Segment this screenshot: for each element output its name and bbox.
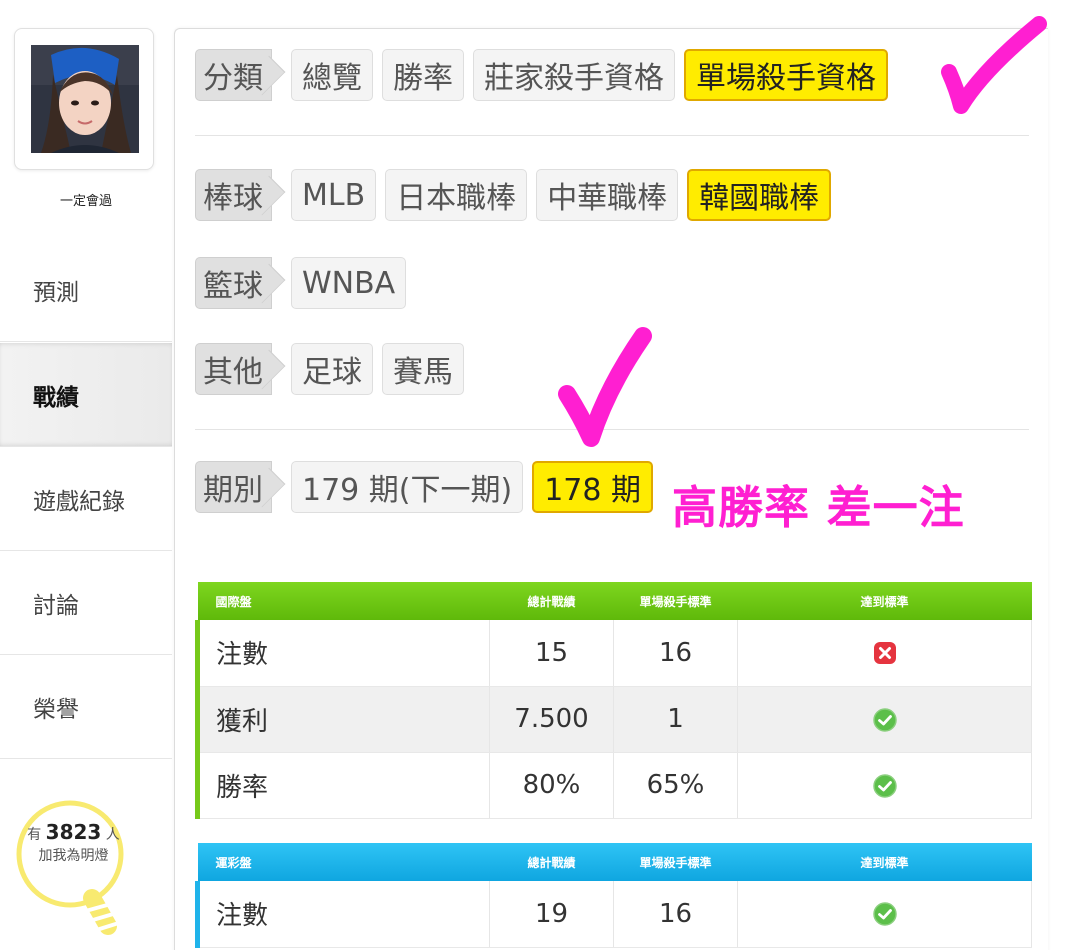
category-row: 分類 總覽 勝率 莊家殺手資格 單場殺手資格 [195, 49, 888, 101]
row-standard: 16 [613, 881, 738, 948]
annotation-text: 高勝率 差一注 [672, 481, 965, 534]
nav-discussion[interactable]: 討論 [0, 551, 172, 655]
other-row: 其他 足球 賽馬 [195, 343, 464, 395]
row-total: 15 [489, 620, 614, 687]
row-status [737, 881, 1032, 948]
header-standard: 單場殺手標準 [613, 582, 738, 620]
check-circle-icon [872, 707, 897, 732]
period-row: 期別 179 期(下一期) 178 期 [195, 461, 654, 513]
table-row: 獲利 7.500 1 [195, 686, 1032, 753]
nav-honor[interactable]: 榮譽 [0, 655, 172, 759]
avatar [31, 45, 139, 153]
other-label: 其他 [195, 343, 272, 395]
category-label: 分類 [195, 49, 272, 101]
row-total: 80% [489, 752, 614, 819]
league-mlb[interactable]: MLB [291, 169, 377, 221]
check-circle-icon [872, 902, 897, 926]
nav-record[interactable]: 戰績 [0, 343, 172, 447]
x-square-icon [873, 642, 896, 665]
period-178[interactable]: 178 期 [532, 461, 654, 513]
table-header: 運彩盤 總計戰績 單場殺手標準 達到標準 [197, 843, 1032, 881]
league-soccer[interactable]: 足球 [291, 343, 373, 395]
period-label: 期別 [195, 461, 272, 513]
league-horse-racing[interactable]: 賽馬 [382, 343, 464, 395]
baseball-label: 棒球 [195, 169, 272, 221]
bulb-text: 有 3823 人 加我為明燈 [16, 822, 131, 867]
avatar-card[interactable] [14, 28, 154, 170]
tab-single-killer[interactable]: 單場殺手資格 [684, 49, 888, 101]
bulb-count: 3823 [45, 820, 102, 844]
league-cpbl[interactable]: 中華職棒 [536, 169, 679, 221]
header-market: 國際盤 [197, 582, 490, 620]
row-name: 獲利 [195, 686, 490, 753]
tab-overview[interactable]: 總覽 [291, 49, 373, 101]
row-name: 注數 [195, 620, 490, 687]
stats-table-international: 國際盤 總計戰績 單場殺手標準 達到標準 注數 15 16 獲利 7.500 1 [195, 582, 1032, 819]
nav-predict[interactable]: 預測 [0, 238, 172, 342]
checkmark-annotation-icon [941, 16, 1047, 114]
table-row: 注數 15 16 [195, 620, 1032, 687]
row-standard: 1 [613, 686, 738, 753]
row-standard: 65% [613, 752, 738, 819]
row-total: 19 [489, 881, 614, 948]
checkmark-annotation-icon [558, 327, 652, 447]
stats-table-lottery: 運彩盤 總計戰績 單場殺手標準 達到標準 注數 19 16 [195, 843, 1032, 948]
league-npb[interactable]: 日本職棒 [385, 169, 528, 221]
tab-banker-killer[interactable]: 莊家殺手資格 [473, 49, 675, 101]
baseball-row: 棒球 MLB 日本職棒 中華職棒 韓國職棒 [195, 169, 832, 221]
sidebar: 一定會過 預測 戰績 遊戲紀錄 討論 榮譽 有 3823 人 加我為明燈 [0, 0, 172, 950]
main-panel: 分類 總覽 勝率 莊家殺手資格 單場殺手資格 棒球 MLB 日本職棒 中華職棒 … [174, 28, 1048, 950]
row-name: 注數 [195, 881, 490, 948]
divider [195, 135, 1029, 136]
basketball-label: 籃球 [195, 257, 272, 309]
header-achieved: 達到標準 [737, 843, 1032, 881]
header-market: 運彩盤 [197, 843, 490, 881]
tab-win-rate[interactable]: 勝率 [382, 49, 464, 101]
header-achieved: 達到標準 [737, 582, 1032, 620]
table-row: 注數 19 16 [195, 881, 1032, 948]
table-row: 勝率 80% 65% [195, 752, 1032, 819]
row-total: 7.500 [489, 686, 614, 753]
basketball-row: 籃球 WNBA [195, 257, 407, 309]
row-status [737, 620, 1032, 687]
header-standard: 單場殺手標準 [613, 843, 738, 881]
bulb-prefix: 有 [27, 827, 42, 843]
bulb-caption: 加我為明燈 [38, 848, 109, 864]
period-179[interactable]: 179 期(下一期) [291, 461, 524, 513]
check-circle-icon [872, 773, 897, 798]
league-wnba[interactable]: WNBA [291, 257, 407, 309]
row-status [737, 686, 1032, 753]
row-name: 勝率 [195, 752, 490, 819]
row-standard: 16 [613, 620, 738, 687]
header-total: 總計戰績 [489, 843, 614, 881]
lightbulb-follow[interactable]: 有 3823 人 加我為明燈 [16, 800, 131, 950]
nav-game-log[interactable]: 遊戲紀錄 [0, 447, 172, 551]
table-header: 國際盤 總計戰績 單場殺手標準 達到標準 [197, 582, 1032, 620]
header-total: 總計戰績 [489, 582, 614, 620]
league-kbo[interactable]: 韓國職棒 [687, 169, 832, 221]
username: 一定會過 [59, 194, 112, 209]
row-status [737, 752, 1032, 819]
bulb-suffix: 人 [105, 827, 120, 843]
